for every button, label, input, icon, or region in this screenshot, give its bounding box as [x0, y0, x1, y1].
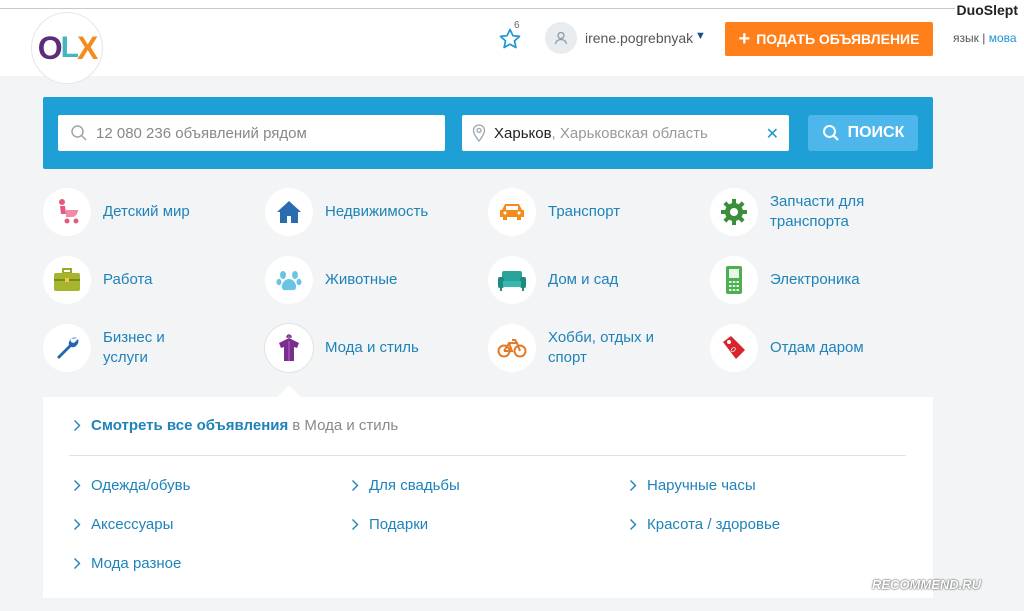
favorites-count: 6 [514, 20, 520, 31]
subcategory-label: Аксессуары [91, 516, 174, 533]
subcategory-panel: Смотреть все объявления в Мода и стиль О… [43, 397, 933, 598]
tag-icon: 0 [710, 324, 758, 372]
category-label: Бизнес и услуги [103, 329, 165, 366]
logo-letter-l: L [60, 31, 79, 64]
post-ad-label: ПОДАТЬ ОБЪЯВЛЕНИЕ [756, 31, 920, 47]
subcategory-label: Подарки [369, 516, 429, 533]
subcategory-label: Красота / здоровье [647, 516, 781, 533]
search-icon [71, 125, 87, 141]
category-label: Детский мир [103, 203, 190, 220]
category-label: Недвижимость [325, 203, 429, 220]
house-icon [265, 188, 313, 236]
panel-divider [69, 455, 906, 456]
category-label: Работа [103, 271, 153, 288]
category-label: Хобби, отдых и спорт [548, 329, 655, 366]
category-label: Животные [325, 271, 398, 288]
category-item[interactable]: Хобби, отдых и спорт [488, 324, 658, 372]
phone-icon [710, 256, 758, 304]
olx-logo[interactable]: OLX [32, 13, 102, 83]
site-watermark: RECOMMEND.RU [872, 577, 982, 592]
language-link[interactable]: мова [989, 31, 1017, 45]
search-button[interactable]: ПОИСК [808, 115, 918, 151]
category-label: Мода и стиль [325, 339, 419, 356]
search-field[interactable] [58, 115, 445, 151]
chevron-right-icon [352, 519, 359, 530]
language-separator: | [982, 31, 986, 45]
subcategory-link[interactable]: Одежда/обувь [73, 477, 190, 494]
category-item[interactable]: Недвижимость [265, 188, 435, 236]
category-item[interactable]: Животные [265, 256, 435, 304]
location-pin-icon [472, 124, 486, 142]
subcategory-link[interactable]: Красота / здоровье [629, 516, 780, 533]
avatar[interactable] [545, 22, 577, 54]
view-all-label: Смотреть все объявления [91, 417, 289, 434]
language-switch: язык | мова [953, 31, 1017, 45]
watermark-username: DuoSlept [954, 2, 1020, 18]
wrench-icon [43, 324, 91, 372]
category-item-active[interactable]: Мода и стиль [265, 324, 435, 372]
chevron-right-icon [630, 519, 637, 530]
subcategory-link[interactable]: Подарки [351, 516, 428, 533]
search-button-label: ПОИСК [847, 124, 905, 141]
stroller-icon [43, 188, 91, 236]
search-icon [822, 125, 839, 141]
paw-icon [265, 256, 313, 304]
category-label: Отдам даром [770, 339, 864, 356]
category-item[interactable]: Электроника [710, 256, 880, 304]
search-input[interactable] [96, 124, 436, 142]
view-all-link[interactable]: Смотреть все объявления в Мода и стиль [73, 417, 398, 434]
chevron-right-icon [74, 519, 81, 530]
category-item[interactable]: Транспорт [488, 188, 658, 236]
subcategory-label: Мода разное [91, 555, 182, 572]
top-divider [0, 8, 960, 9]
subcategory-link[interactable]: Наручные часы [629, 477, 756, 494]
chevron-right-icon [352, 480, 359, 491]
category-item[interactable]: Запчасти для транспорта [710, 188, 880, 236]
clothes-icon [265, 324, 313, 372]
chevron-right-icon [630, 480, 637, 491]
subcategory-link[interactable]: Для свадьбы [351, 477, 460, 494]
category-label: Транспорт [548, 203, 621, 220]
briefcase-icon [43, 256, 91, 304]
chevron-right-icon [74, 480, 81, 491]
car-icon [488, 188, 536, 236]
username[interactable]: irene.pogrebnyak [585, 30, 693, 46]
view-all-category: в Мода и стиль [292, 417, 399, 434]
category-item[interactable]: Детский мир [43, 188, 213, 236]
category-item[interactable]: Работа [43, 256, 213, 304]
site-header: DuoSlept OLX 6 irene.pogrebnyak ▼ + ПОДА… [0, 0, 1024, 83]
location-field[interactable]: Харьков, Харьковская область ✕ [462, 115, 789, 151]
chevron-right-icon [74, 558, 81, 569]
chevron-right-icon [74, 420, 81, 431]
post-ad-button[interactable]: + ПОДАТЬ ОБЪЯВЛЕНИЕ [725, 22, 933, 56]
subcategory-link[interactable]: Мода разное [73, 555, 181, 572]
category-item[interactable]: 0 Отдам даром [710, 324, 880, 372]
category-label: Запчасти для транспорта [770, 193, 865, 230]
chevron-down-icon[interactable]: ▼ [695, 30, 706, 42]
bicycle-icon [488, 324, 536, 372]
location-region: , Харьковская область [551, 124, 708, 142]
user-icon [554, 31, 568, 45]
language-label: язык [953, 31, 979, 45]
search-bar: Харьков, Харьковская область ✕ ПОИСК [43, 97, 933, 169]
category-item[interactable]: Бизнес и услуги [43, 324, 213, 372]
logo-letter-o: O [37, 29, 63, 66]
subcategory-link[interactable]: Аксессуары [73, 516, 173, 533]
subcategory-label: Для свадьбы [369, 477, 460, 494]
subcategory-label: Наручные часы [647, 477, 756, 494]
category-label: Дом и сад [548, 271, 619, 288]
category-item[interactable]: Дом и сад [488, 256, 658, 304]
location-city: Харьков [494, 124, 552, 142]
sofa-icon [488, 256, 536, 304]
logo-letter-x: X [76, 29, 98, 66]
subcategory-label: Одежда/обувь [91, 477, 191, 494]
category-label: Электроника [770, 271, 860, 288]
clear-icon[interactable]: ✕ [766, 124, 779, 144]
plus-icon: + [738, 28, 751, 50]
gear-icon [710, 188, 758, 236]
